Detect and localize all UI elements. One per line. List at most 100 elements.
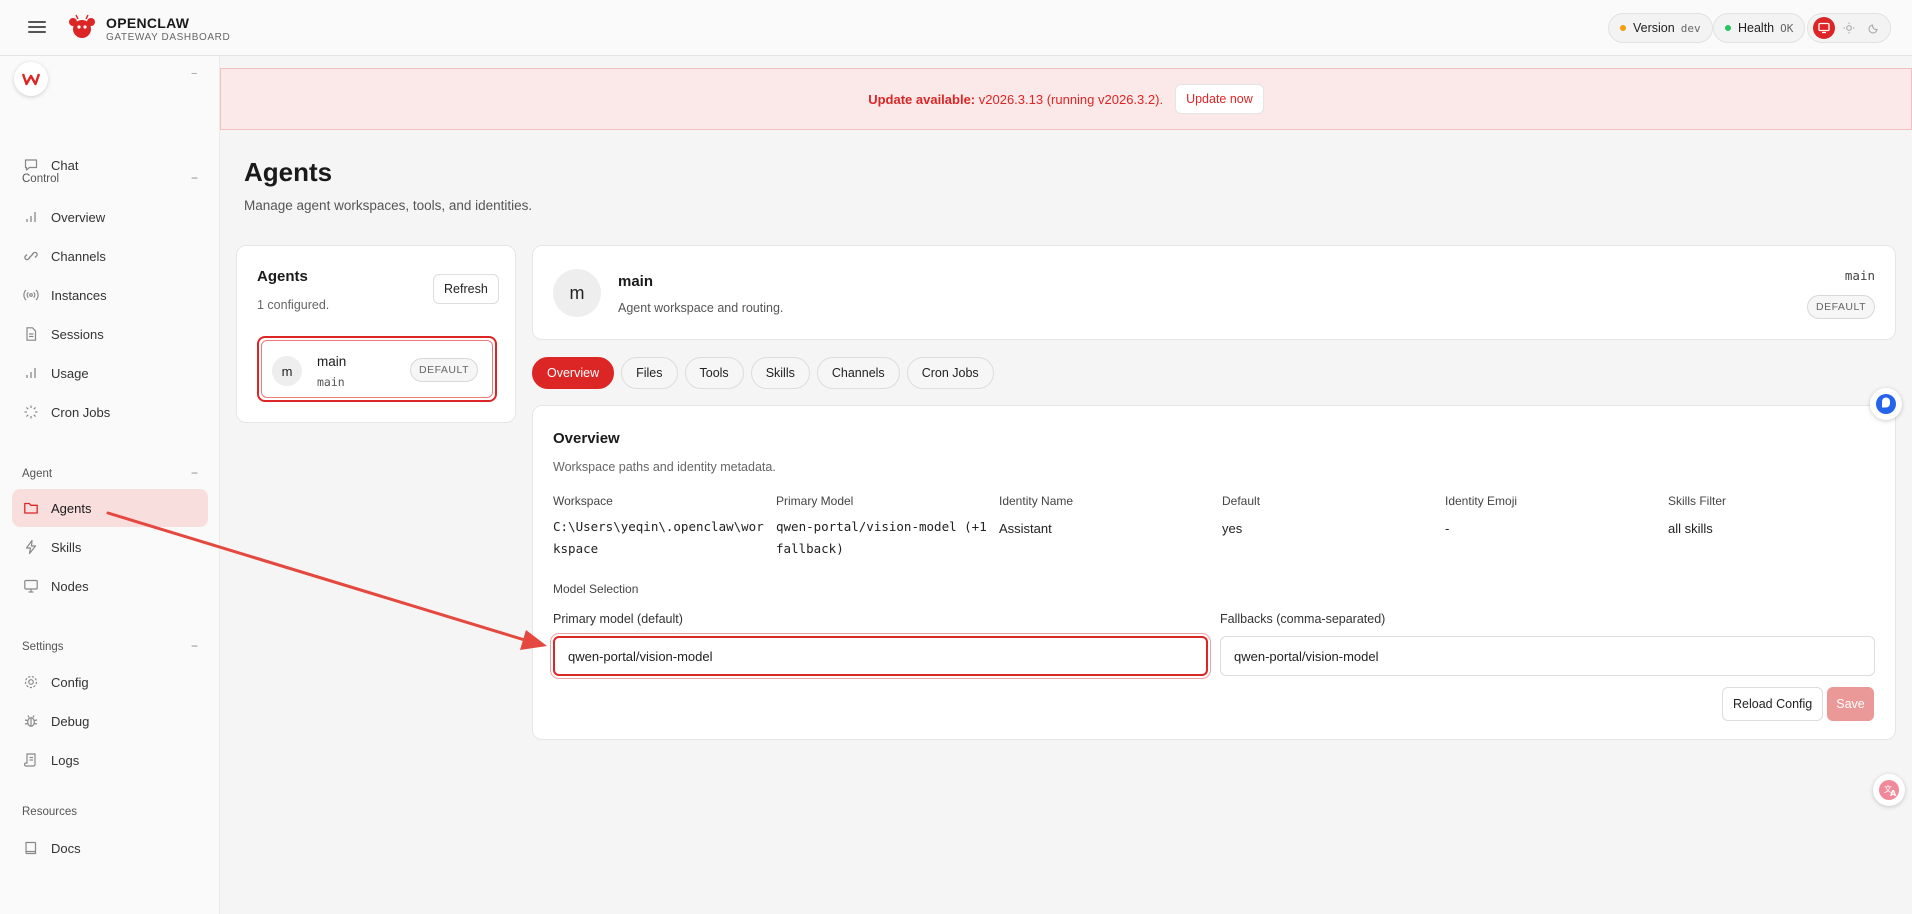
document-icon [26, 327, 37, 341]
sidebar-item-docs[interactable]: Docs [12, 829, 208, 867]
page-title: Agents [244, 157, 333, 187]
menu-icon[interactable] [28, 18, 46, 36]
reload-config-button[interactable]: Reload Config [1722, 687, 1824, 721]
overview-subtitle: Workspace paths and identity metadata. [553, 460, 776, 474]
sidebar-item-debug[interactable]: Debug [12, 702, 208, 740]
agent-tabs: Overview Files Tools Skills Channels Cro… [532, 357, 994, 389]
version-status-dot [1620, 25, 1626, 31]
agents-list-card: Agents 1 configured. Refresh m main main… [236, 245, 516, 423]
sidebar-item-label: Skills [51, 539, 82, 555]
sidebar-item-channels[interactable]: Channels [12, 237, 208, 275]
identity-emoji-label: Identity Emoji [1445, 494, 1518, 508]
sidebar-item-label: Sessions [51, 326, 104, 342]
sidebar-item-config[interactable]: Config [12, 663, 208, 701]
identity-name-value: Assistant [999, 521, 1052, 536]
version-pill: Version dev [1608, 13, 1713, 43]
identity-name-column: Identity Name Assistant [999, 494, 1214, 540]
sidebar-item-label: Overview [51, 209, 106, 225]
sidebar-item-usage[interactable]: Usage [12, 354, 208, 392]
chat-icon [24, 159, 38, 171]
save-button[interactable]: Save [1827, 687, 1874, 721]
app-subtitle: GATEWAY DASHBOARD [106, 32, 231, 43]
tab-tools[interactable]: Tools [684, 357, 744, 389]
broadcast-icon [23, 289, 39, 301]
section-label-agent: Agent [22, 468, 53, 480]
update-version-text: v2026.3.13 (running v2026.3.2). [975, 91, 1164, 107]
sidebar-item-skills[interactable]: Skills [12, 528, 208, 566]
section-toggle-control[interactable]: − [191, 171, 198, 185]
section-label-control: Control [22, 173, 60, 185]
sidebar-item-instances[interactable]: Instances [12, 276, 208, 314]
sidebar-item-label: Nodes [51, 578, 89, 594]
primary-model-label: Primary Model [776, 494, 854, 508]
section-label-resources: Resources [22, 806, 77, 818]
sidebar-item-label: Logs [51, 752, 80, 768]
primary-model-column: Primary Model qwen-portal/vision-model (… [776, 494, 991, 560]
sidebar-item-overview[interactable]: Overview [12, 198, 208, 236]
page-subtitle: Manage agent workspaces, tools, and iden… [244, 198, 533, 213]
section-toggle-agent[interactable]: − [191, 466, 198, 480]
skills-filter-value: all skills [1668, 521, 1713, 536]
tab-channels[interactable]: Channels [816, 357, 900, 389]
fallbacks-field-label: Fallbacks (comma-separated) [1220, 612, 1386, 626]
scroll-icon [23, 753, 36, 767]
assistant-chat-icon[interactable] [1870, 388, 1902, 420]
primary-model-field-label: Primary model (default) [553, 612, 683, 626]
sidebar-item-label: Config [51, 674, 89, 690]
tab-overview[interactable]: Overview [532, 357, 615, 389]
sidebar-item-label: Cron Jobs [51, 404, 111, 420]
update-prefix: Update available: [868, 91, 976, 107]
sidebar-item-logs[interactable]: Logs [12, 741, 208, 779]
identity-name-label: Identity Name [999, 494, 1074, 508]
agent-detail-name: main [618, 273, 654, 290]
sidebar-item-label: Channels [51, 248, 106, 264]
tab-skills[interactable]: Skills [750, 357, 810, 389]
sidebar-item-label: Instances [51, 287, 107, 303]
refresh-button[interactable]: Refresh [433, 274, 499, 304]
agent-avatar: m [272, 356, 302, 386]
fallbacks-input[interactable] [1220, 636, 1875, 676]
health-pill: Health OK [1713, 13, 1806, 43]
identity-emoji-value: - [1445, 521, 1450, 536]
default-badge: DEFAULT [410, 358, 478, 382]
sun-icon[interactable] [1838, 17, 1860, 39]
primary-model-input[interactable] [553, 636, 1208, 676]
update-banner: Update available: v2026.3.13 (running v2… [220, 68, 1912, 130]
sidebar-item-sessions[interactable]: Sessions [12, 315, 208, 353]
overview-card: Overview Workspace paths and identity me… [532, 405, 1896, 740]
skills-filter-label: Skills Filter [1668, 494, 1727, 508]
wps-logo-icon[interactable] [14, 62, 48, 96]
moon-icon[interactable] [1863, 17, 1885, 39]
agent-list-item[interactable]: m main main DEFAULT [257, 336, 497, 402]
overview-title: Overview [553, 430, 620, 447]
update-text: Update available: v2026.3.13 (running v2… [868, 92, 1163, 107]
agent-detail-id: main [1844, 268, 1875, 283]
health-status-dot [1725, 25, 1731, 31]
monitor-icon [24, 579, 38, 593]
agent-detail-card: m main Agent workspace and routing. main… [532, 245, 1896, 340]
section-toggle-settings[interactable]: − [191, 639, 198, 653]
top-bar: OPENCLAW GATEWAY DASHBOARD Version dev H… [0, 0, 1912, 56]
version-value: dev [1680, 21, 1701, 35]
update-now-button[interactable]: Update now [1175, 84, 1264, 114]
sidebar-item-label: Usage [51, 365, 89, 381]
agent-detail-default-badge: DEFAULT [1807, 295, 1875, 319]
sidebar-item-label: Debug [51, 713, 90, 729]
sidebar-item-agents[interactable]: Agents [12, 489, 208, 527]
sidebar-item-label: Docs [51, 840, 81, 856]
tab-files[interactable]: Files [621, 357, 678, 389]
sidebar-item-nodes[interactable]: Nodes [12, 567, 208, 605]
sidebar-item-label: Agents [51, 500, 92, 516]
sidebar-item-cron-jobs[interactable]: Cron Jobs [12, 393, 208, 431]
agent-name: main [317, 354, 347, 369]
collapse-icon[interactable]: − [191, 68, 197, 80]
model-selection-label: Model Selection [553, 582, 639, 596]
translate-icon[interactable]: 文A [1873, 774, 1905, 806]
tab-cron-jobs[interactable]: Cron Jobs [906, 357, 994, 389]
monitor-icon[interactable] [1812, 17, 1835, 39]
book-icon [25, 841, 37, 855]
primary-model-value: qwen-portal/vision-model (+1 fallback) [776, 519, 987, 556]
agent-detail-avatar: m [553, 269, 601, 317]
theme-switcher [1807, 13, 1891, 43]
link-icon [24, 251, 38, 261]
